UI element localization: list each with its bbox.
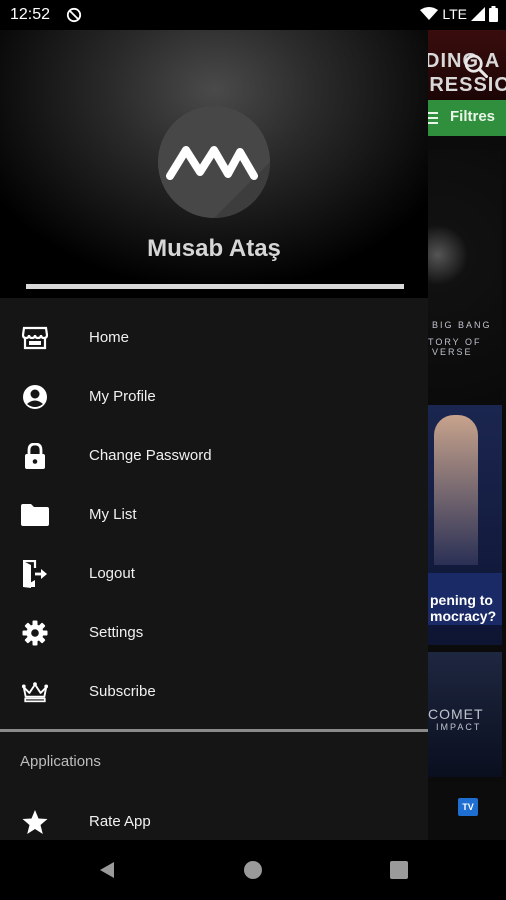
home-nav-icon[interactable]: [244, 861, 262, 879]
menu-item-home[interactable]: Home: [0, 308, 428, 367]
menu-label: My List: [89, 506, 137, 523]
drawer-menu: Home My Profile Change Password My List …: [0, 308, 428, 721]
signal-icon: [471, 7, 485, 21]
ma-logo-icon: [158, 106, 270, 218]
lock-icon: [21, 443, 49, 469]
movie-tile[interactable]: pening to mocracy?: [428, 405, 502, 645]
status-bar: 12:52 LTE: [0, 0, 506, 30]
movie-tile[interactable]: COMET IMPACT: [428, 652, 502, 777]
menu-item-subscribe[interactable]: Subscribe: [0, 662, 428, 721]
menu-label: Change Password: [89, 447, 212, 464]
folder-icon: [21, 502, 49, 528]
menu-label: Subscribe: [89, 683, 156, 700]
store-icon: [21, 325, 49, 351]
menu-label: Home: [89, 329, 130, 346]
navigation-drawer: Musab Ataş Home My Profile Change Passwo…: [0, 30, 428, 840]
star-icon: [21, 809, 49, 835]
movie-tile[interactable]: BIG BANG TORY OF VERSE: [428, 150, 502, 400]
gear-icon: [21, 620, 49, 646]
menu-label: Settings: [89, 624, 144, 641]
menu-item-rate-app[interactable]: Rate App: [0, 792, 428, 840]
filter-icon: [428, 112, 438, 124]
menu-label: My Profile: [89, 388, 156, 405]
filter-label[interactable]: Filtres: [450, 108, 495, 125]
tv-badge[interactable]: TV: [458, 798, 478, 816]
avatar[interactable]: [158, 106, 270, 218]
network-type: LTE: [442, 6, 467, 22]
system-nav-bar: [0, 840, 506, 900]
status-time: 12:52: [10, 6, 51, 23]
crown-icon: [21, 679, 49, 705]
menu-label: Rate App: [89, 813, 151, 830]
wifi-icon: [420, 7, 439, 20]
sync-disabled-icon: [66, 7, 82, 23]
account-circle-icon: [21, 384, 49, 410]
menu-item-logout[interactable]: Logout: [0, 544, 428, 603]
section-title-applications: Applications: [20, 753, 101, 770]
battery-icon: [489, 6, 498, 22]
back-icon[interactable]: [98, 861, 116, 879]
exit-door-icon: [21, 560, 49, 588]
menu-item-my-profile[interactable]: My Profile: [0, 367, 428, 426]
menu-label: Logout: [89, 565, 135, 582]
menu-item-settings[interactable]: Settings: [0, 603, 428, 662]
drawer-header: Musab Ataş: [0, 30, 428, 298]
person-image: [434, 415, 478, 565]
user-name: Musab Ataş: [147, 235, 281, 262]
header-underline: [26, 284, 404, 289]
search-icon[interactable]: [462, 52, 490, 80]
menu-item-my-list[interactable]: My List: [0, 485, 428, 544]
recents-icon[interactable]: [390, 861, 408, 879]
menu-item-change-password[interactable]: Change Password: [0, 426, 428, 485]
menu-divider: [0, 729, 428, 732]
